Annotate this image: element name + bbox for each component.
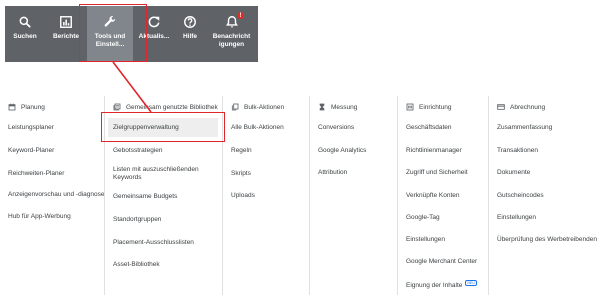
menu-item-google-merchant-center[interactable]: Google Merchant Center [401,258,477,266]
column-header-bulk-aktionen: Bulk-Aktionen [231,102,284,112]
menu-item-leistungsplaner[interactable]: Leistungsplaner [3,124,54,132]
menu-item-richtlinienmanager[interactable]: Richtlinienmanager [401,147,462,155]
menu-item-gebotsstrategien[interactable]: Gebotsstrategien [108,147,163,155]
menu-item-keyword-planer[interactable]: Keyword-Planer [3,147,54,155]
menu-item-verknuepfte-konten[interactable]: Verknüpfte Konten [401,192,460,200]
annotation-highlight-zielgruppenverwaltung [101,112,225,142]
help-button-label: Hilfe [182,33,198,40]
menu-item-placement-ausschlusslisten[interactable]: Placement-Ausschlusslisten [108,239,194,247]
library-icon [113,103,121,111]
menu-item-werbetreibenden-ueberpruefung[interactable]: Überprüfung des Werbetreibenden [492,236,597,244]
column-header-planung: Planung [8,102,45,112]
menu-item-google-analytics[interactable]: Google Analytics [313,147,366,155]
menu-item-gutscheincodes[interactable]: Gutscheincodes [492,192,544,200]
menu-item-standortgruppen[interactable]: Standortgruppen [108,216,161,224]
menu-item-zusammenfassung[interactable]: Zusammenfassung [492,124,552,132]
menu-item-geschaeftsdaten[interactable]: Geschäftsdaten [401,124,452,132]
column-title: Einrichtung [419,103,452,111]
menu-item-alle-bulk-aktionen[interactable]: Alle Bulk-Aktionen [226,124,284,132]
column-header-abrechnung: Abrechnung [497,102,545,112]
menu-item-asset-bibliothek[interactable]: Asset-Bibliothek [108,261,160,269]
notifications-button-label: Benachricht igungen [212,33,251,48]
menu-item-attribution[interactable]: Attribution [313,169,347,177]
new-badge: NEU [465,280,477,286]
menu-item-google-tag[interactable]: Google-Tag [401,214,440,222]
menu-item-hub-app-werbung[interactable]: Hub für App-Werbung [3,213,71,221]
notifications-button[interactable]: ! Benachricht igungen [205,6,258,62]
notification-badge: ! [236,11,245,20]
refresh-icon [148,16,160,28]
menu-item-einstellungen-abrechnung[interactable]: Einstellungen [492,214,536,222]
column-header-bibliothek: Gemeinsam genutzte Bibliothek [113,102,218,112]
help-button[interactable]: Hilfe [175,6,205,62]
column-header-einrichtung: Einrichtung [406,102,452,112]
menu-item-conversions[interactable]: Conversions [313,124,354,132]
menu-item-skripts[interactable]: Skripts [226,170,251,178]
menu-item-eignung-der-inhalte[interactable]: Eignung der Inhalte NEU [401,280,477,290]
setup-icon [406,103,414,111]
search-icon [19,16,31,28]
menu-item-regeln[interactable]: Regeln [226,147,252,155]
column-title: Gemeinsam genutzte Bibliothek [126,103,218,111]
search-button[interactable]: Suchen [5,6,45,62]
menu-item-einstellungen-einrichtung[interactable]: Einstellungen [401,236,445,244]
reports-icon [60,16,72,28]
search-button-label: Suchen [13,33,37,40]
column-title: Bulk-Aktionen [244,103,285,111]
reports-button-label: Berichte [52,33,79,40]
column-abrechnung: Abrechnung Zusammenfassung Transaktionen… [488,96,600,295]
tools-mega-menu: Planung Leistungsplaner Keyword-Planer R… [0,96,600,295]
card-icon [497,104,505,110]
menu-item-eignung-label: Eignung der Inhalte [406,282,463,289]
menu-item-dokumente[interactable]: Dokumente [492,169,530,177]
column-einrichtung: Einrichtung Geschäftsdaten Richtlinienma… [397,96,488,295]
annotation-highlight-tools [79,4,147,62]
menu-item-ausschliessende-keywords[interactable]: Listen mit auszuschließenden Keywords [108,166,208,182]
column-messung: Messung Conversions Google Analytics Att… [309,96,397,295]
menu-item-zugriff-sicherheit[interactable]: Zugriff und Sicherheit [401,169,468,177]
calendar-icon [8,103,16,111]
copy-icon [231,103,239,111]
column-planung: Planung Leistungsplaner Keyword-Planer R… [0,96,104,295]
column-header-messung: Messung [318,102,357,112]
help-icon [184,16,196,28]
hourglass-icon [319,103,325,111]
menu-item-transaktionen[interactable]: Transaktionen [492,147,538,155]
column-bulk-aktionen: Bulk-Aktionen Alle Bulk-Aktionen Regeln … [222,96,309,295]
column-title: Planung [21,103,45,111]
column-title: Abrechnung [510,103,546,111]
menu-item-reichweiten-planer[interactable]: Reichweiten-Planer [3,170,64,178]
menu-item-gemeinsame-budgets[interactable]: Gemeinsame Budgets [108,193,177,201]
column-title: Messung [331,103,358,111]
menu-item-uploads[interactable]: Uploads [226,192,255,200]
menu-item-anzeigenvorschau[interactable]: Anzeigenvorschau und -diagnose [3,191,104,199]
